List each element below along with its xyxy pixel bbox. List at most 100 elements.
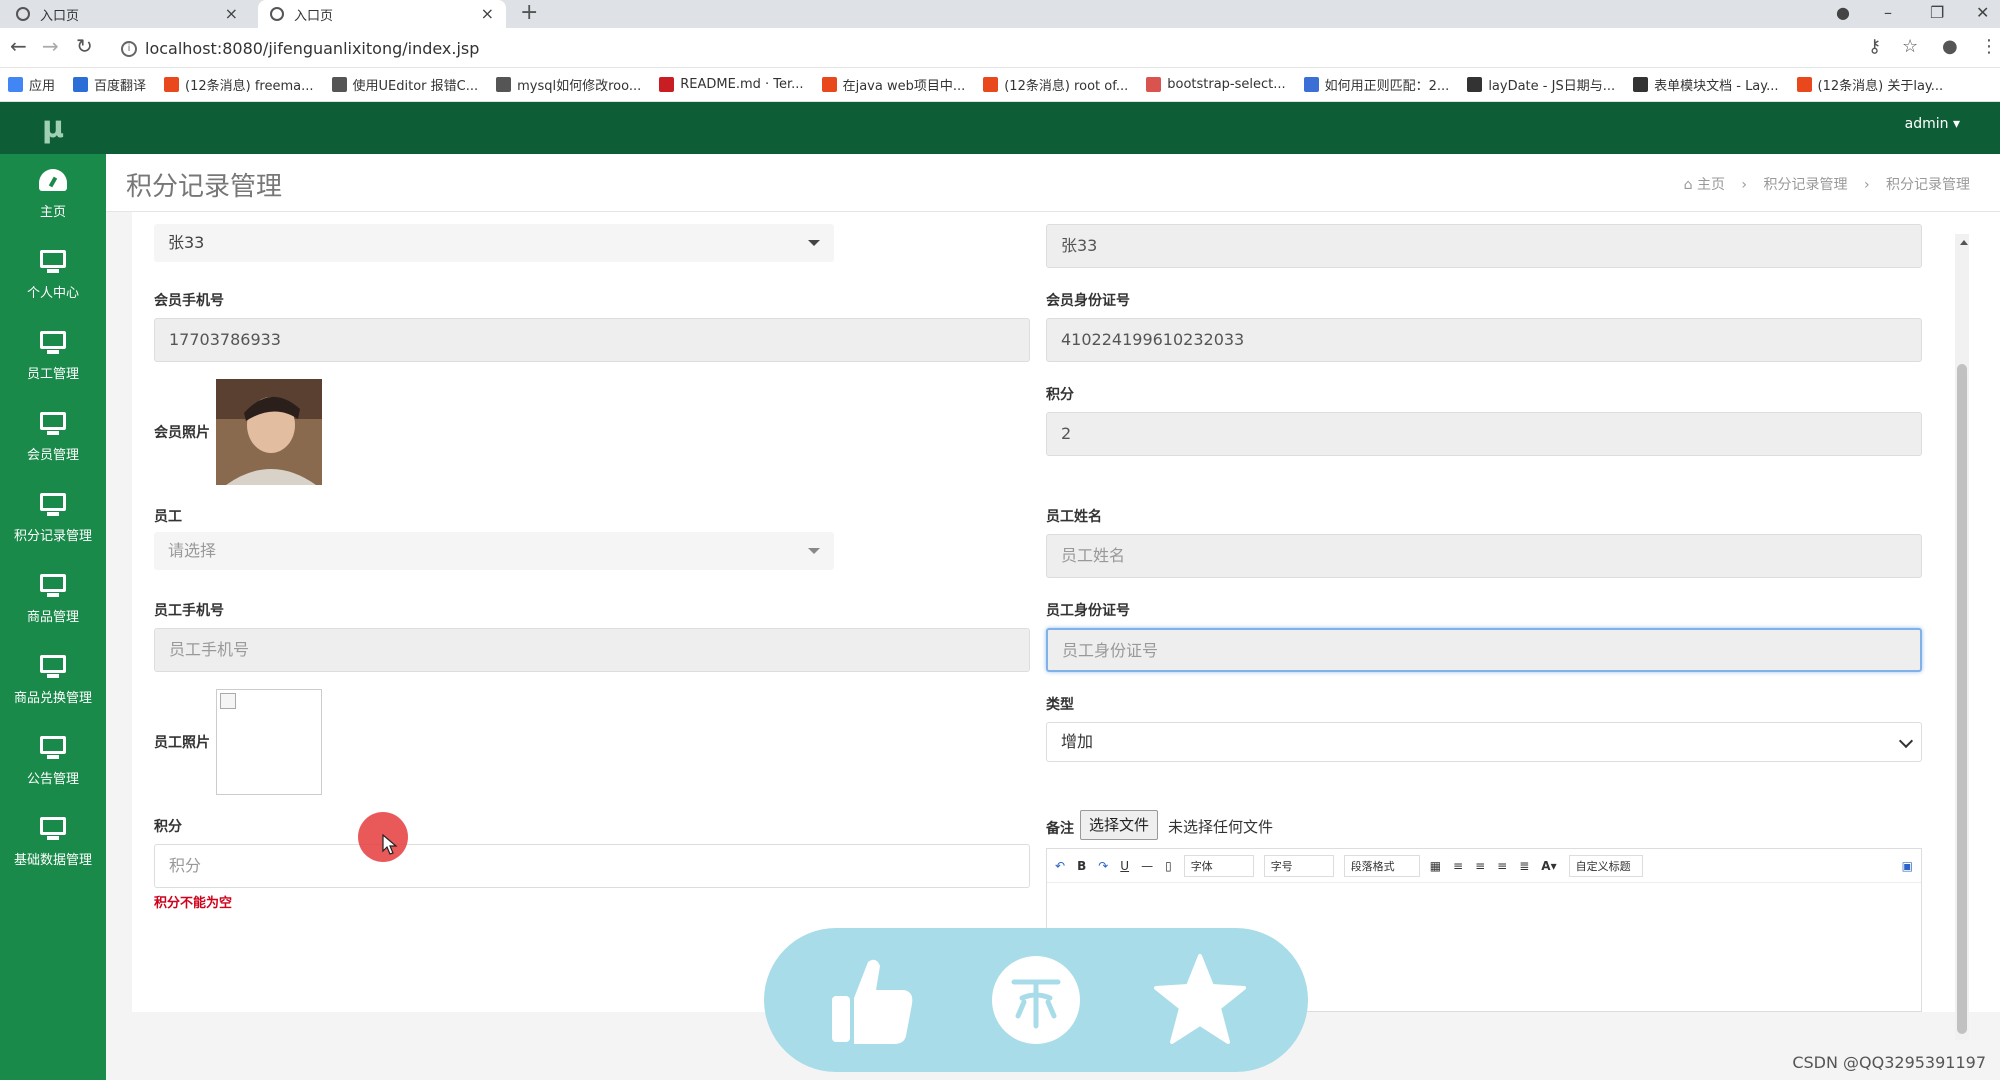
sidebar-item[interactable]: 基础数据管理	[0, 802, 106, 883]
close-tab-icon[interactable]: ×	[225, 4, 238, 23]
bookmark-item[interactable]: (12条消息) 关于lay...	[1796, 75, 1944, 94]
bookmark-item[interactable]: 使用UEditor 报错C...	[331, 75, 479, 94]
sidebar-item-label: 员工管理	[26, 367, 79, 382]
table-icon[interactable]: ▦	[1430, 859, 1441, 873]
undo-icon[interactable]: ↶	[1055, 859, 1065, 873]
bookmark-favicon-icon	[1633, 77, 1649, 92]
breadcrumb-item: 积分记录管理	[1886, 177, 1970, 193]
bookmark-item[interactable]: layDate - JS日期与...	[1467, 75, 1615, 94]
user-menu[interactable]: admin ▾	[1905, 116, 1960, 132]
bookmark-label: mysql如何修改roo...	[517, 79, 642, 94]
sidebar-item[interactable]: 员工管理	[0, 316, 106, 397]
chevron-down-icon	[1898, 733, 1914, 749]
underline-icon[interactable]: U	[1120, 859, 1129, 873]
bookmark-label: 使用UEditor 报错C...	[352, 79, 479, 94]
page-scrollbar[interactable]	[1955, 234, 1969, 1040]
close-tab-icon[interactable]: ×	[481, 4, 494, 23]
bookmark-favicon-icon	[8, 77, 23, 92]
align-left-icon[interactable]: ≡	[1453, 859, 1463, 873]
menu-icon[interactable]: ⋮	[1980, 36, 1998, 57]
restore-icon[interactable]: ❐	[1930, 0, 1944, 28]
forward-icon[interactable]: →	[42, 34, 59, 58]
sidebar-item[interactable]: 商品管理	[0, 559, 106, 640]
back-icon[interactable]: ←	[10, 34, 27, 58]
sidebar-item[interactable]: 会员管理	[0, 397, 106, 478]
reload-icon[interactable]: ↻	[76, 34, 93, 58]
font-dropdown[interactable]: 字体	[1183, 854, 1254, 877]
bookmark-item[interactable]: 在java web项目中...	[821, 75, 965, 94]
account-icon[interactable]: ●	[1942, 36, 1958, 57]
minimize-icon[interactable]: –	[1884, 0, 1892, 28]
profile-dropdown-icon[interactable]: ●	[1836, 0, 1850, 28]
member-name-field[interactable]: 张33	[1046, 224, 1922, 268]
sidebar-item[interactable]: 公告管理	[0, 721, 106, 802]
bookmark-item[interactable]: README.md · Ter...	[659, 77, 804, 92]
key-icon[interactable]: ⚷	[1868, 36, 1881, 57]
align-right-icon[interactable]: ≡	[1497, 859, 1507, 873]
sidebar-item[interactable]: 积分记录管理	[0, 478, 106, 559]
globe-icon	[270, 7, 284, 21]
sidebar-item[interactable]: 商品兑换管理	[0, 640, 106, 721]
employee-name-label: 员工姓名	[1046, 509, 1102, 525]
scroll-up-arrow-icon[interactable]	[1960, 240, 1968, 245]
align-center-icon[interactable]: ≡	[1475, 859, 1485, 873]
sidebar-item[interactable]: 主页	[0, 154, 106, 235]
coin-icon[interactable]	[988, 952, 1084, 1048]
sidebar-item-label: 积分记录管理	[13, 529, 92, 544]
employee-phone-label: 员工手机号	[154, 603, 224, 619]
employee-id-field[interactable]: 员工身份证号	[1046, 628, 1922, 672]
breadcrumb-item[interactable]: 积分记录管理	[1763, 177, 1847, 193]
breadcrumb-item[interactable]: 主页	[1697, 177, 1725, 193]
browser-tab[interactable]: 入口页 ×	[0, 0, 250, 28]
member-phone-label: 会员手机号	[154, 293, 224, 309]
sidebar-item[interactable]: 个人中心	[0, 235, 106, 316]
bookmark-item[interactable]: mysql如何修改roo...	[496, 75, 641, 94]
bookmark-label: (12条消息) 关于lay...	[1817, 79, 1944, 94]
fullscreen-icon[interactable]: ▣	[1902, 859, 1913, 873]
bookmark-item[interactable]: 表单模块文档 - Lay...	[1633, 75, 1779, 94]
points-input[interactable]: 积分	[154, 844, 1030, 888]
bookmark-item[interactable]: (12条消息) freema...	[164, 75, 314, 94]
bookmark-favicon-icon	[1146, 77, 1162, 92]
top-bar: admin ▾	[106, 102, 2000, 154]
custom-title-dropdown[interactable]: 自定义标题	[1568, 854, 1643, 877]
bookmark-item[interactable]: 如何用正则匹配：2...	[1303, 75, 1449, 94]
member-id-field[interactable]: 410224199610232033	[1046, 318, 1922, 362]
type-select[interactable]: 增加	[1046, 722, 1922, 762]
bookmark-favicon-icon	[659, 77, 675, 92]
horizontal-rule-icon[interactable]: —	[1141, 859, 1153, 873]
choose-file-button[interactable]: 选择文件	[1080, 810, 1159, 840]
sidebar-item-label: 公告管理	[26, 772, 79, 787]
bookmark-item[interactable]: bootstrap-select...	[1146, 77, 1286, 92]
monitor-icon	[38, 817, 68, 841]
favorite-star-icon[interactable]	[1152, 952, 1248, 1048]
size-dropdown[interactable]: 字号	[1263, 854, 1334, 877]
member-select-value: 张33	[168, 233, 205, 252]
apps-bookmark[interactable]: 应用	[8, 75, 55, 94]
bookmark-item[interactable]: (12条消息) root of...	[983, 75, 1128, 94]
info-icon[interactable]: i	[121, 41, 137, 57]
new-tab-button[interactable]: +	[520, 0, 538, 26]
member-select[interactable]: 张33	[154, 224, 834, 262]
employee-select[interactable]: 请选择	[154, 532, 834, 570]
font-color-icon[interactable]: A▾	[1541, 859, 1556, 873]
justify-icon[interactable]: ≣	[1519, 859, 1529, 873]
star-icon[interactable]: ☆	[1902, 36, 1918, 57]
browser-tab-active[interactable]: 入口页 ×	[258, 0, 506, 28]
monitor-icon	[38, 493, 68, 517]
member-phone-field[interactable]: 17703786933	[154, 318, 1030, 362]
bold-icon[interactable]: B	[1077, 859, 1086, 873]
globe-icon	[16, 7, 30, 21]
window-close-icon[interactable]: ✕	[1976, 0, 1989, 28]
redo-icon[interactable]: ↷	[1098, 859, 1108, 873]
document-icon[interactable]: ▯	[1165, 859, 1172, 873]
bookmark-item[interactable]: 百度翻译	[73, 75, 146, 94]
thumbs-up-icon[interactable]	[824, 952, 920, 1048]
employee-name-field[interactable]: 员工姓名	[1046, 534, 1922, 578]
employee-label: 员工	[154, 509, 182, 525]
url-field[interactable]: i localhost:8080/jifenguanlixitong/index…	[115, 35, 1815, 63]
employee-phone-field[interactable]: 员工手机号	[154, 628, 1030, 672]
scrollbar-thumb[interactable]	[1957, 364, 1967, 1034]
paragraph-dropdown[interactable]: 段落格式	[1343, 854, 1420, 877]
points-field-right[interactable]: 2	[1046, 412, 1922, 456]
